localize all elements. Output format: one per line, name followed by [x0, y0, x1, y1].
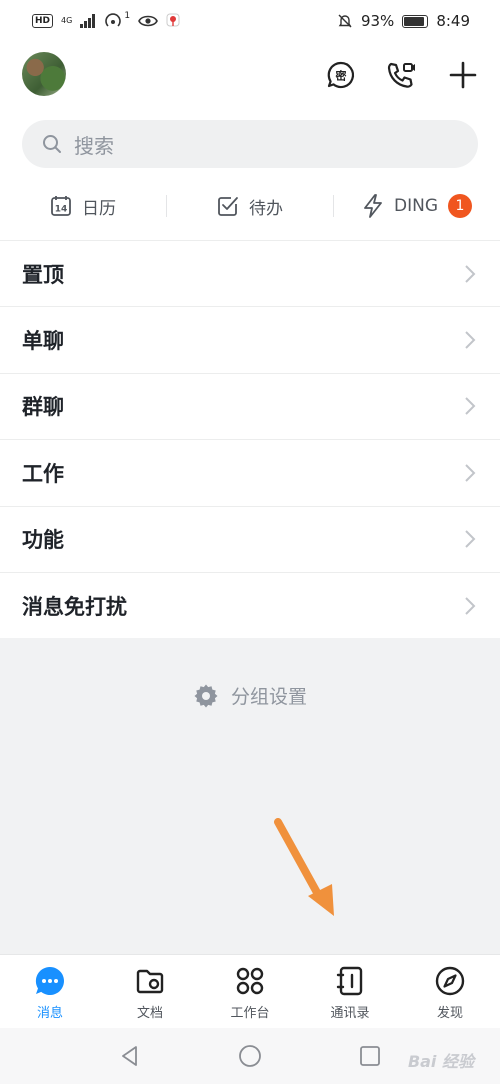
quick-todo-label: 待办 — [249, 198, 283, 219]
checkbox-icon — [218, 197, 238, 216]
chevron-right-icon — [465, 464, 476, 482]
folder-icon — [136, 969, 164, 994]
ding-badge: 1 — [448, 194, 472, 218]
compass-icon — [435, 966, 465, 996]
group-item-single-chat[interactable]: 单聊 — [0, 307, 500, 374]
group-list: 置顶 单聊 群聊 工作 功能 消息免打扰 — [0, 240, 500, 639]
bell-muted-icon — [338, 14, 352, 28]
gear-icon — [194, 684, 218, 707]
hd-icon: HD — [32, 14, 54, 28]
eye-icon — [138, 15, 158, 27]
battery-icon — [402, 14, 429, 28]
quick-actions: 14 日历 待办 DING 1 — [0, 182, 500, 230]
battery-percent: 93% — [360, 12, 395, 30]
quick-ding-label: DING — [394, 196, 438, 216]
lightning-icon — [364, 194, 382, 218]
notification-count: 1 — [124, 11, 131, 21]
tab-label: 文档 — [136, 1006, 163, 1021]
tab-contacts[interactable]: 通讯录 — [300, 955, 400, 1028]
status-left: HD 4G 1 — [32, 11, 180, 29]
group-item-pinned[interactable]: 置顶 — [0, 241, 500, 308]
header: 密 — [0, 42, 500, 112]
status-right: 93% 8:49 — [337, 12, 470, 30]
calendar-day: 14 — [55, 205, 68, 215]
chevron-right-icon — [465, 331, 476, 349]
secret-chat-label: 密 — [336, 69, 347, 83]
group-label: 功能 — [22, 528, 64, 553]
tab-label: 发现 — [436, 1006, 463, 1021]
chevron-right-icon — [465, 597, 476, 615]
clock: 8:49 — [436, 12, 470, 30]
group-settings-label: 分组设置 — [230, 686, 307, 708]
group-item-do-not-disturb[interactable]: 消息免打扰 — [0, 573, 500, 639]
quick-calendar-label: 日历 — [82, 198, 116, 219]
video-call-button[interactable] — [384, 58, 418, 92]
phone-video-icon — [387, 62, 415, 88]
calendar-icon: 14 — [51, 196, 71, 216]
back-icon[interactable] — [118, 1044, 142, 1068]
group-label: 置顶 — [22, 262, 64, 287]
group-item-work[interactable]: 工作 — [0, 440, 500, 507]
secret-chat-icon: 密 — [327, 61, 355, 89]
avatar[interactable] — [22, 52, 66, 96]
hotspot-icon — [105, 13, 122, 27]
signal-icon — [80, 14, 96, 28]
search-bar[interactable]: 搜索 — [22, 120, 478, 168]
group-label: 工作 — [22, 461, 64, 486]
location-pin-icon — [166, 13, 180, 27]
group-label: 单聊 — [22, 329, 64, 354]
quick-todo[interactable]: 待办 — [167, 194, 333, 219]
recents-icon[interactable] — [358, 1044, 382, 1068]
tab-discover[interactable]: 发现 — [400, 955, 500, 1028]
search-icon — [43, 135, 61, 153]
network-label: 4G — [61, 16, 73, 25]
group-settings-button[interactable]: 分组设置 — [0, 682, 500, 709]
pointer-arrow — [274, 818, 334, 916]
apps-icon — [236, 967, 264, 995]
contacts-icon — [336, 966, 363, 996]
content-background: 分组设置 — [0, 638, 500, 954]
chevron-right-icon — [465, 530, 476, 548]
add-button[interactable] — [446, 58, 480, 92]
system-nav-bar: Bai 经验 — [0, 1028, 500, 1084]
tab-workbench[interactable]: 工作台 — [200, 955, 300, 1028]
bottom-tab-bar: 消息 文档 工作台 通讯录 发现 — [0, 954, 500, 1028]
tab-label: 工作台 — [230, 1006, 270, 1021]
group-label: 消息免打扰 — [22, 595, 127, 620]
search-placeholder: 搜索 — [74, 133, 114, 158]
quick-calendar[interactable]: 14 日历 — [0, 194, 166, 219]
tab-messages[interactable]: 消息 — [0, 955, 100, 1028]
chevron-right-icon — [465, 397, 476, 416]
tab-label: 通讯录 — [330, 1006, 370, 1021]
watermark: Bai 经验 — [407, 1052, 474, 1071]
chevron-right-icon — [465, 264, 476, 283]
message-icon — [35, 966, 64, 995]
group-label: 群聊 — [22, 395, 64, 420]
secret-chat-button[interactable]: 密 — [324, 58, 358, 92]
tab-docs[interactable]: 文档 — [100, 955, 200, 1028]
group-item-function[interactable]: 功能 — [0, 507, 500, 573]
home-icon[interactable] — [238, 1044, 262, 1068]
group-item-group-chat[interactable]: 群聊 — [0, 374, 500, 441]
status-bar: HD 4G 1 93% 8:49 — [0, 0, 500, 42]
plus-icon — [449, 61, 477, 89]
tab-label: 消息 — [36, 1006, 63, 1021]
quick-ding[interactable]: DING 1 — [334, 194, 500, 218]
